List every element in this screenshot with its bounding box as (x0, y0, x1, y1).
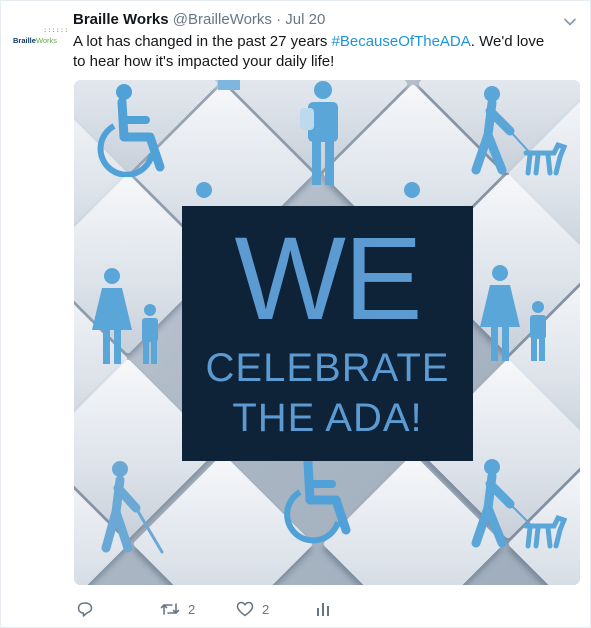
analytics-icon (316, 600, 330, 618)
wheelchair-icon (284, 460, 351, 544)
like-count: 2 (262, 601, 270, 617)
person-head-icon (196, 182, 212, 198)
tweet-text: A lot has changed in the past 27 years #… (73, 32, 553, 72)
wheelchair-icon (97, 84, 165, 177)
chevron-down-icon[interactable] (564, 15, 576, 27)
panel-line-3: THE ADA! (232, 396, 423, 440)
like-icon (236, 600, 254, 618)
parent-child-icon (480, 265, 546, 361)
tweet-header: Braille Works @BrailleWorks · Jul 20 (73, 10, 325, 30)
analytics-button[interactable] (316, 597, 330, 621)
header-separator: · (276, 11, 282, 28)
like-button[interactable]: 2 (236, 597, 269, 621)
panel-line-2: CELEBRATE (205, 346, 450, 390)
person-head-icon (404, 182, 420, 198)
tweet-card[interactable]: :::::: BrailleWorks Braille Works @Brail… (0, 0, 591, 628)
avatar-logo: BrailleWorks (13, 36, 57, 45)
avatar[interactable]: :::::: BrailleWorks (13, 26, 69, 49)
tweet-text-before: A lot has changed in the past 27 years (73, 33, 332, 50)
author-handle[interactable]: @BrailleWorks (173, 11, 272, 28)
person-icon (218, 80, 240, 90)
author-name[interactable]: Braille Works (73, 11, 169, 28)
retweet-count: 2 (188, 601, 196, 617)
guide-dog-icon (471, 86, 568, 176)
retweet-icon (160, 600, 180, 618)
hashtag-link[interactable]: #BecauseOfTheADA (332, 33, 471, 50)
celebration-panel: WE CELEBRATE THE ADA! (182, 206, 473, 461)
tweet-date[interactable]: Jul 20 (285, 11, 325, 28)
injured-person-icon (300, 81, 338, 185)
avatar-logo-bold: Braille (13, 36, 36, 45)
avatar-logo-light: Works (35, 36, 58, 45)
reply-icon (76, 600, 94, 618)
panel-line-1: WE (234, 213, 422, 345)
cane-user-icon (101, 461, 164, 554)
reply-button[interactable] (76, 597, 102, 621)
parent-child-icon (92, 268, 158, 364)
retweet-button[interactable]: 2 (160, 597, 195, 621)
guide-dog-icon (471, 459, 568, 549)
tweet-actions: 2 2 (74, 597, 474, 621)
tweet-image[interactable]: WE CELEBRATE THE ADA! (74, 80, 580, 585)
avatar-logo-dots: :::::: (43, 26, 69, 34)
